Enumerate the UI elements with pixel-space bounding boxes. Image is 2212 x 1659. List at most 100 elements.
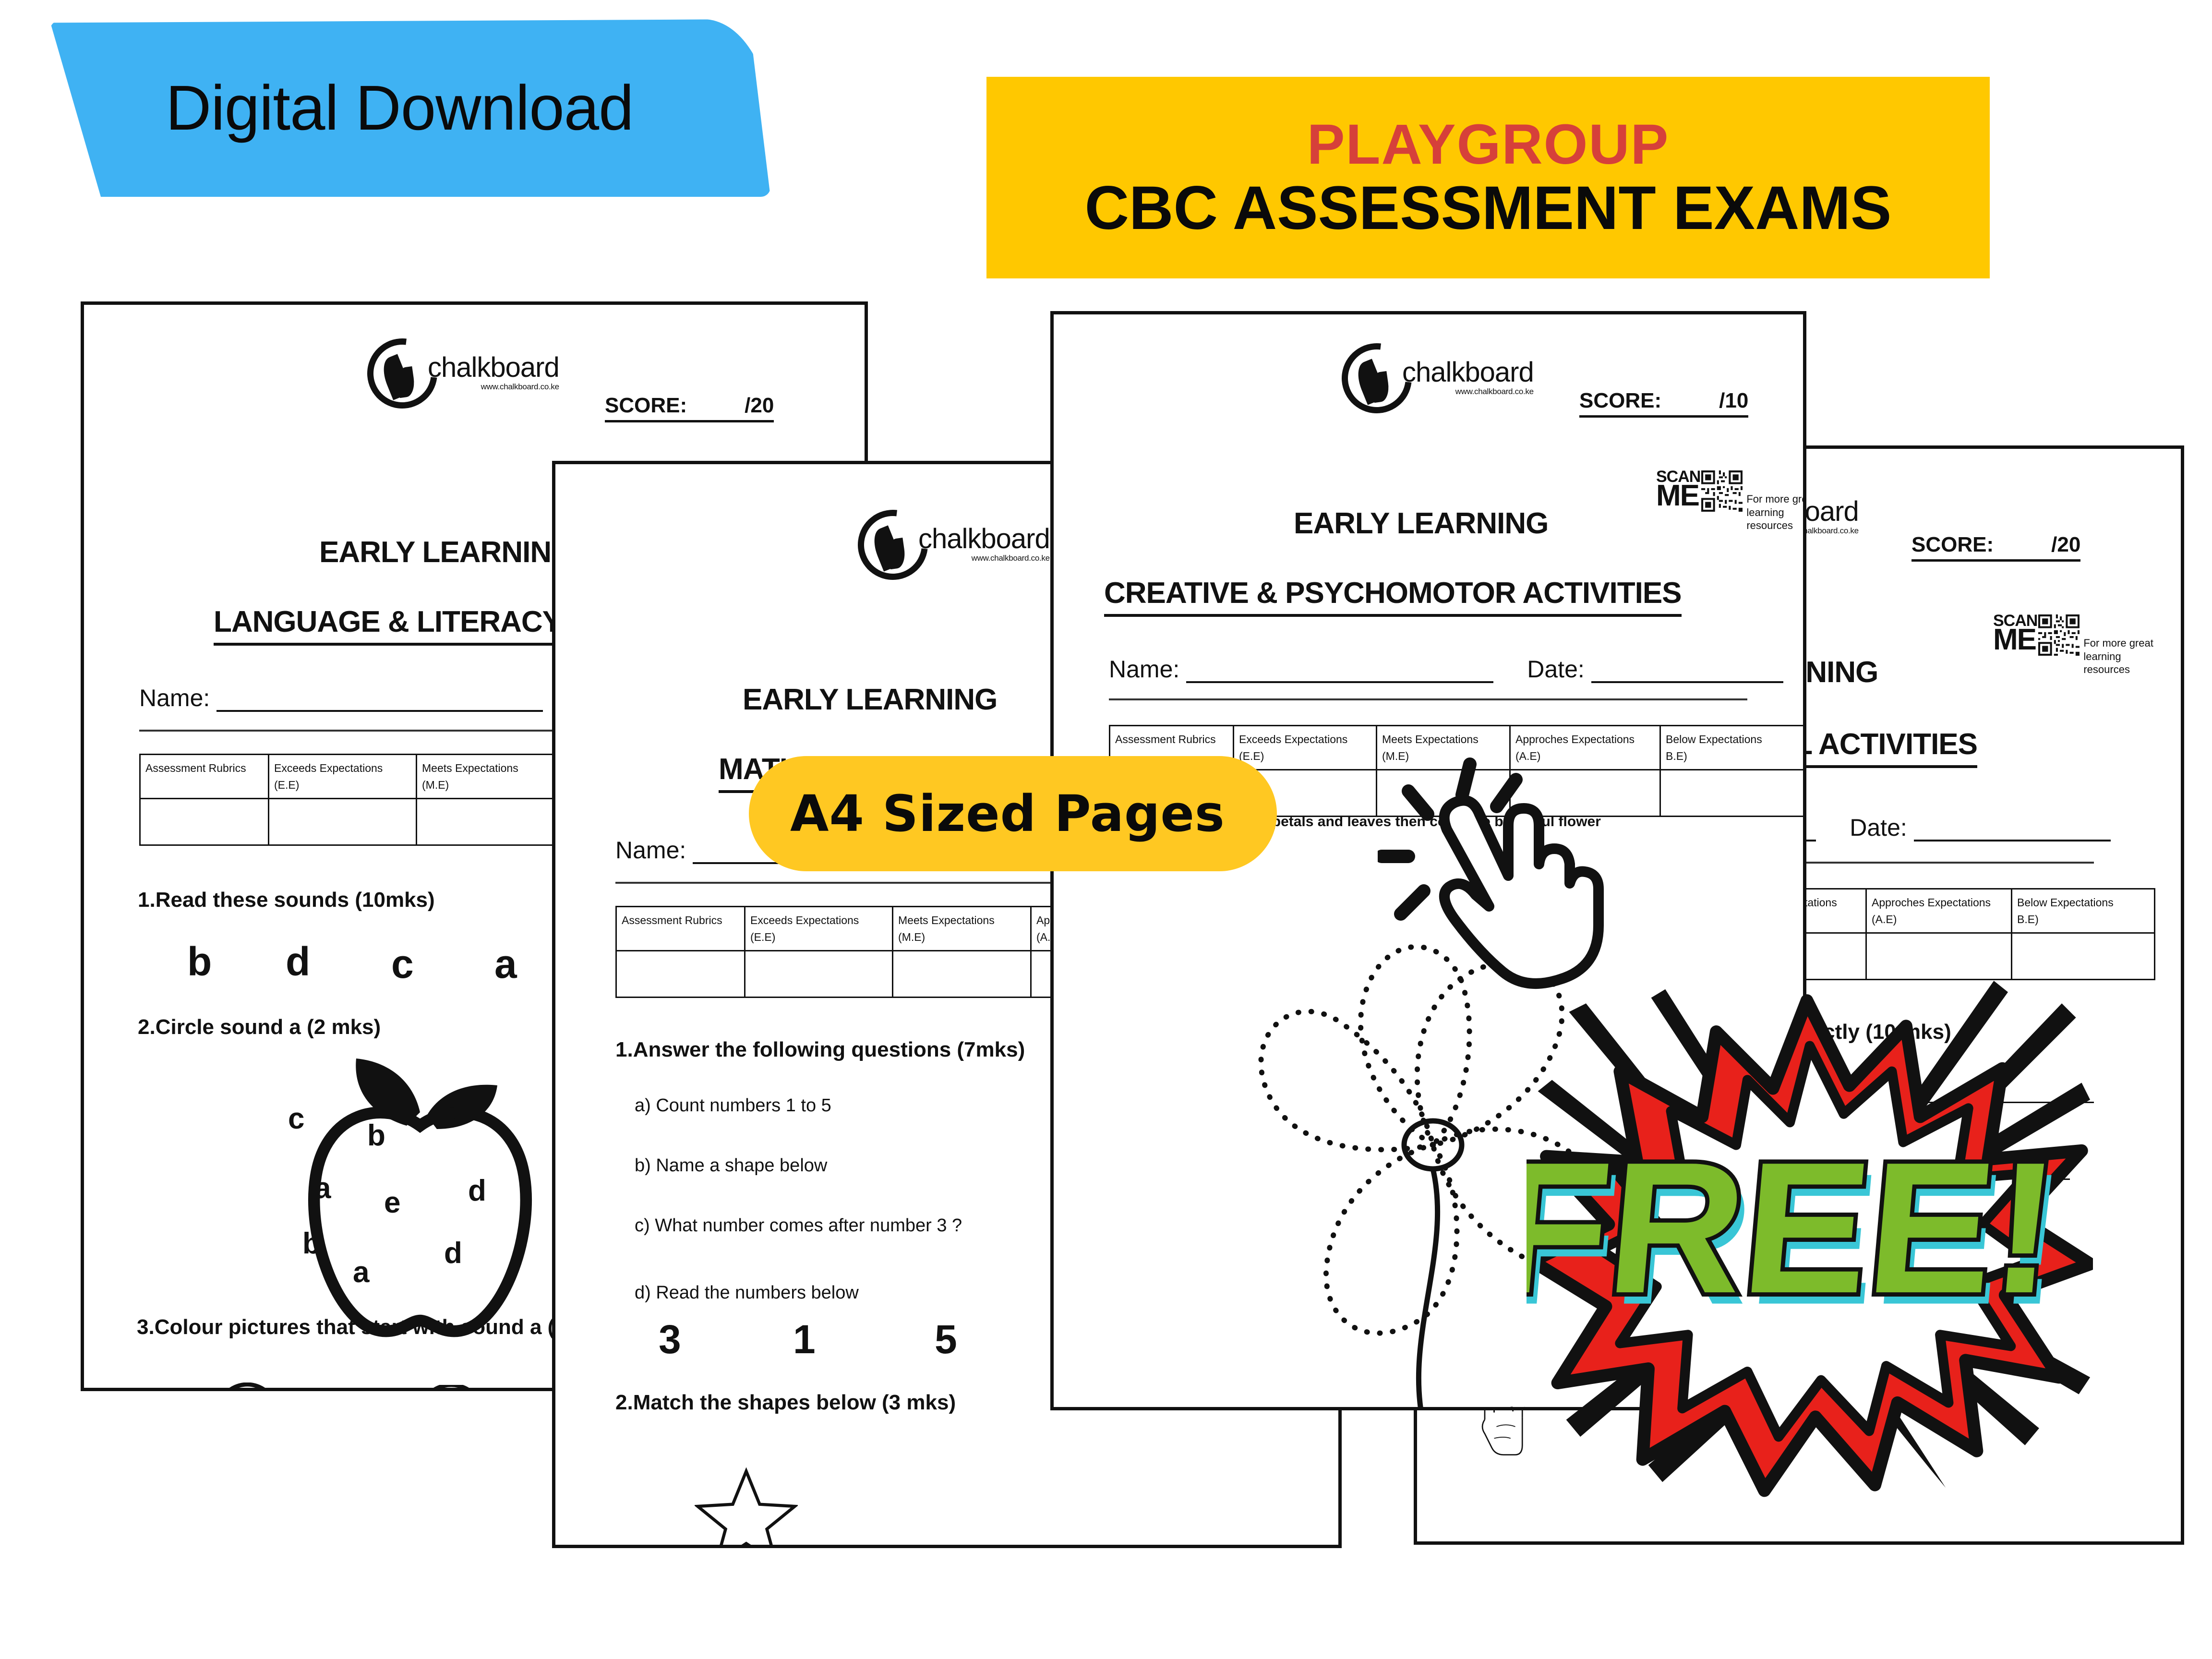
score-field: SCORE: /10: [1579, 389, 1749, 418]
chalkboard-logo: chalkboard www.chalkboard.co.ke: [353, 324, 560, 423]
rubric-header-3: Approches Expectations(A.E): [1865, 888, 2012, 934]
promo-banner: PLAYGROUP CBC ASSESSMENT EXAMS: [986, 77, 1990, 278]
brand-url: www.chalkboard.co.ke: [971, 553, 1050, 563]
question-1: 1.Read these sounds (10mks): [138, 888, 435, 912]
sound-letter-1: d: [286, 939, 311, 984]
page-title-line1: EARLY LEARNING: [743, 683, 998, 716]
page-title-line1: EARLY LEARNING: [1294, 507, 1549, 540]
header-divider: [1109, 698, 1747, 700]
girl-stick-figure-icon: [229, 1382, 265, 1388]
apple-letter-5: d: [468, 1174, 486, 1207]
number-0: 3: [659, 1317, 681, 1362]
name-input-rule[interactable]: [1186, 681, 1494, 683]
logo-c-icon: [1327, 329, 1426, 428]
question-2: 2.Match the shapes below (3 mks): [615, 1391, 956, 1414]
name-input-rule[interactable]: [216, 709, 543, 712]
apple-letter-6: b: [302, 1227, 321, 1260]
grade-level-label: PLAYGROUP: [1307, 113, 1670, 176]
score-field: SCORE: /20: [1911, 533, 2081, 562]
rubric-cell[interactable]: [1659, 769, 1803, 817]
star-shape-left: [695, 1467, 798, 1545]
score-label: SCORE:: [1911, 533, 1994, 556]
rubric-cell[interactable]: [139, 798, 269, 846]
scan-me-block[interactable]: SCAN ME: [1993, 613, 2165, 676]
brand-name: chalkboard: [1402, 356, 1534, 388]
rubric-header-1: Exceeds Expectations(E.E): [268, 754, 417, 799]
qr-code-icon[interactable]: [1701, 470, 1743, 512]
rubric-cell[interactable]: [744, 950, 893, 998]
score-total: /10: [1719, 389, 1749, 412]
rubric-header-4: Below ExpectationsB.E): [1659, 725, 1803, 770]
logo-c-icon: [843, 495, 942, 594]
apple-letter-1: b: [367, 1119, 385, 1152]
sound-letter-3: a: [494, 941, 517, 986]
exam-title-label: CBC ASSESSMENT EXAMS: [1084, 174, 1892, 242]
brand-url: www.chalkboard.co.ke: [1455, 387, 1534, 397]
number-1: 1: [793, 1317, 816, 1362]
poster-canvas: chalkboard www.chalkboard.co.ke SCORE: /…: [0, 0, 2212, 1659]
apple-letter-2: a: [444, 1097, 461, 1130]
chalkboard-logo: chalkboard www.chalkboard.co.ke: [843, 495, 1050, 594]
logo-leaf-icon: [1349, 359, 1391, 405]
score-field: SCORE: /20: [605, 394, 774, 422]
scan-caption: For more great learning resources: [2083, 637, 2153, 675]
rubric-header-2: Meets Expectations(M.E): [892, 906, 1032, 951]
free-label: FREE!: [1527, 1123, 2065, 1332]
a4-sized-pages-badge[interactable]: A4 Sized Pages: [749, 756, 1277, 871]
apple-outline-icon: [308, 1058, 532, 1337]
digital-download-ribbon: Digital Download: [50, 19, 770, 197]
name-field-row[interactable]: Name: Date:: [1109, 655, 1783, 683]
apple-letter-0: c: [288, 1102, 305, 1135]
name-label: Name:: [1109, 656, 1180, 683]
me-label: ME: [1656, 479, 1700, 512]
apple-letter-3: a: [314, 1172, 331, 1205]
logo-c-icon: [353, 324, 452, 423]
rubric-header-4: Below ExpectationsB.E): [2011, 888, 2155, 934]
logo-leaf-icon: [374, 354, 417, 400]
date-input-rule[interactable]: [1913, 839, 2111, 842]
question-1d: d) Read the numbers below: [635, 1283, 859, 1303]
rubric-header-0: Assessment Rubrics: [615, 906, 745, 951]
rubric-header-0: Assessment Rubrics: [139, 754, 269, 799]
rubric-header-1: Exceeds Expectations(E.E): [744, 906, 893, 951]
question-1: 1.Answer the following questions (7mks): [615, 1038, 1025, 1061]
question-3: 3.Colour pictures that start with sound …: [137, 1315, 616, 1339]
question-1b: b) Name a shape below: [635, 1155, 828, 1176]
logo-leaf-icon: [865, 525, 907, 572]
scan-caption: For more great learning resources: [1746, 493, 1803, 531]
date-label: Date:: [1527, 656, 1585, 683]
qr-code-icon[interactable]: [2038, 614, 2080, 656]
score-total: /20: [2051, 533, 2081, 556]
date-label: Date:: [1850, 814, 1907, 841]
apple-letter-7: a: [353, 1256, 370, 1289]
rubric-cell[interactable]: [892, 950, 1032, 998]
brand-name: chalkboard: [918, 523, 1050, 554]
score-label: SCORE:: [1579, 389, 1662, 412]
number-2: 5: [935, 1317, 957, 1362]
sound-letter-0: b: [187, 939, 212, 984]
rubric-header-2: Meets Expectations(M.E): [416, 754, 555, 799]
brand-name: chalkboard: [428, 351, 560, 383]
me-label: ME: [1993, 623, 2037, 656]
a4-sized-pages-label: A4 Sized Pages: [790, 784, 1225, 843]
rubric-cell[interactable]: [615, 950, 745, 998]
rubric-cell[interactable]: [268, 798, 417, 846]
page-title-line1: EARLY LEARNING: [319, 536, 574, 569]
question-1c: c) What number comes after number 3 ?: [635, 1215, 962, 1236]
apple-letter-8: d: [444, 1237, 462, 1270]
brand-url: www.chalkboard.co.ke: [481, 382, 559, 392]
name-label: Name:: [139, 685, 210, 711]
sound-letter-2: c: [391, 941, 414, 986]
boy-stick-figure-icon: [433, 1385, 469, 1388]
page-title-line2: CREATIVE & PSYCHOMOTOR ACTIVITIES: [1104, 576, 1682, 617]
score-label: SCORE:: [605, 394, 687, 417]
rubric-header-1: Exceeds Expectations(E.E): [1233, 725, 1377, 770]
rubric-cell[interactable]: [416, 798, 555, 846]
date-input-rule[interactable]: [1591, 681, 1783, 683]
scan-me-block[interactable]: SCAN ME: [1656, 469, 1803, 532]
name-label: Name:: [615, 837, 686, 864]
digital-download-label: Digital Download: [166, 72, 634, 143]
question-1a: a) Count numbers 1 to 5: [635, 1095, 831, 1116]
chalkboard-logo: chalkboard www.chalkboard.co.ke: [1327, 329, 1534, 428]
apple-illustration: c b a a e d b a d: [242, 1025, 598, 1361]
